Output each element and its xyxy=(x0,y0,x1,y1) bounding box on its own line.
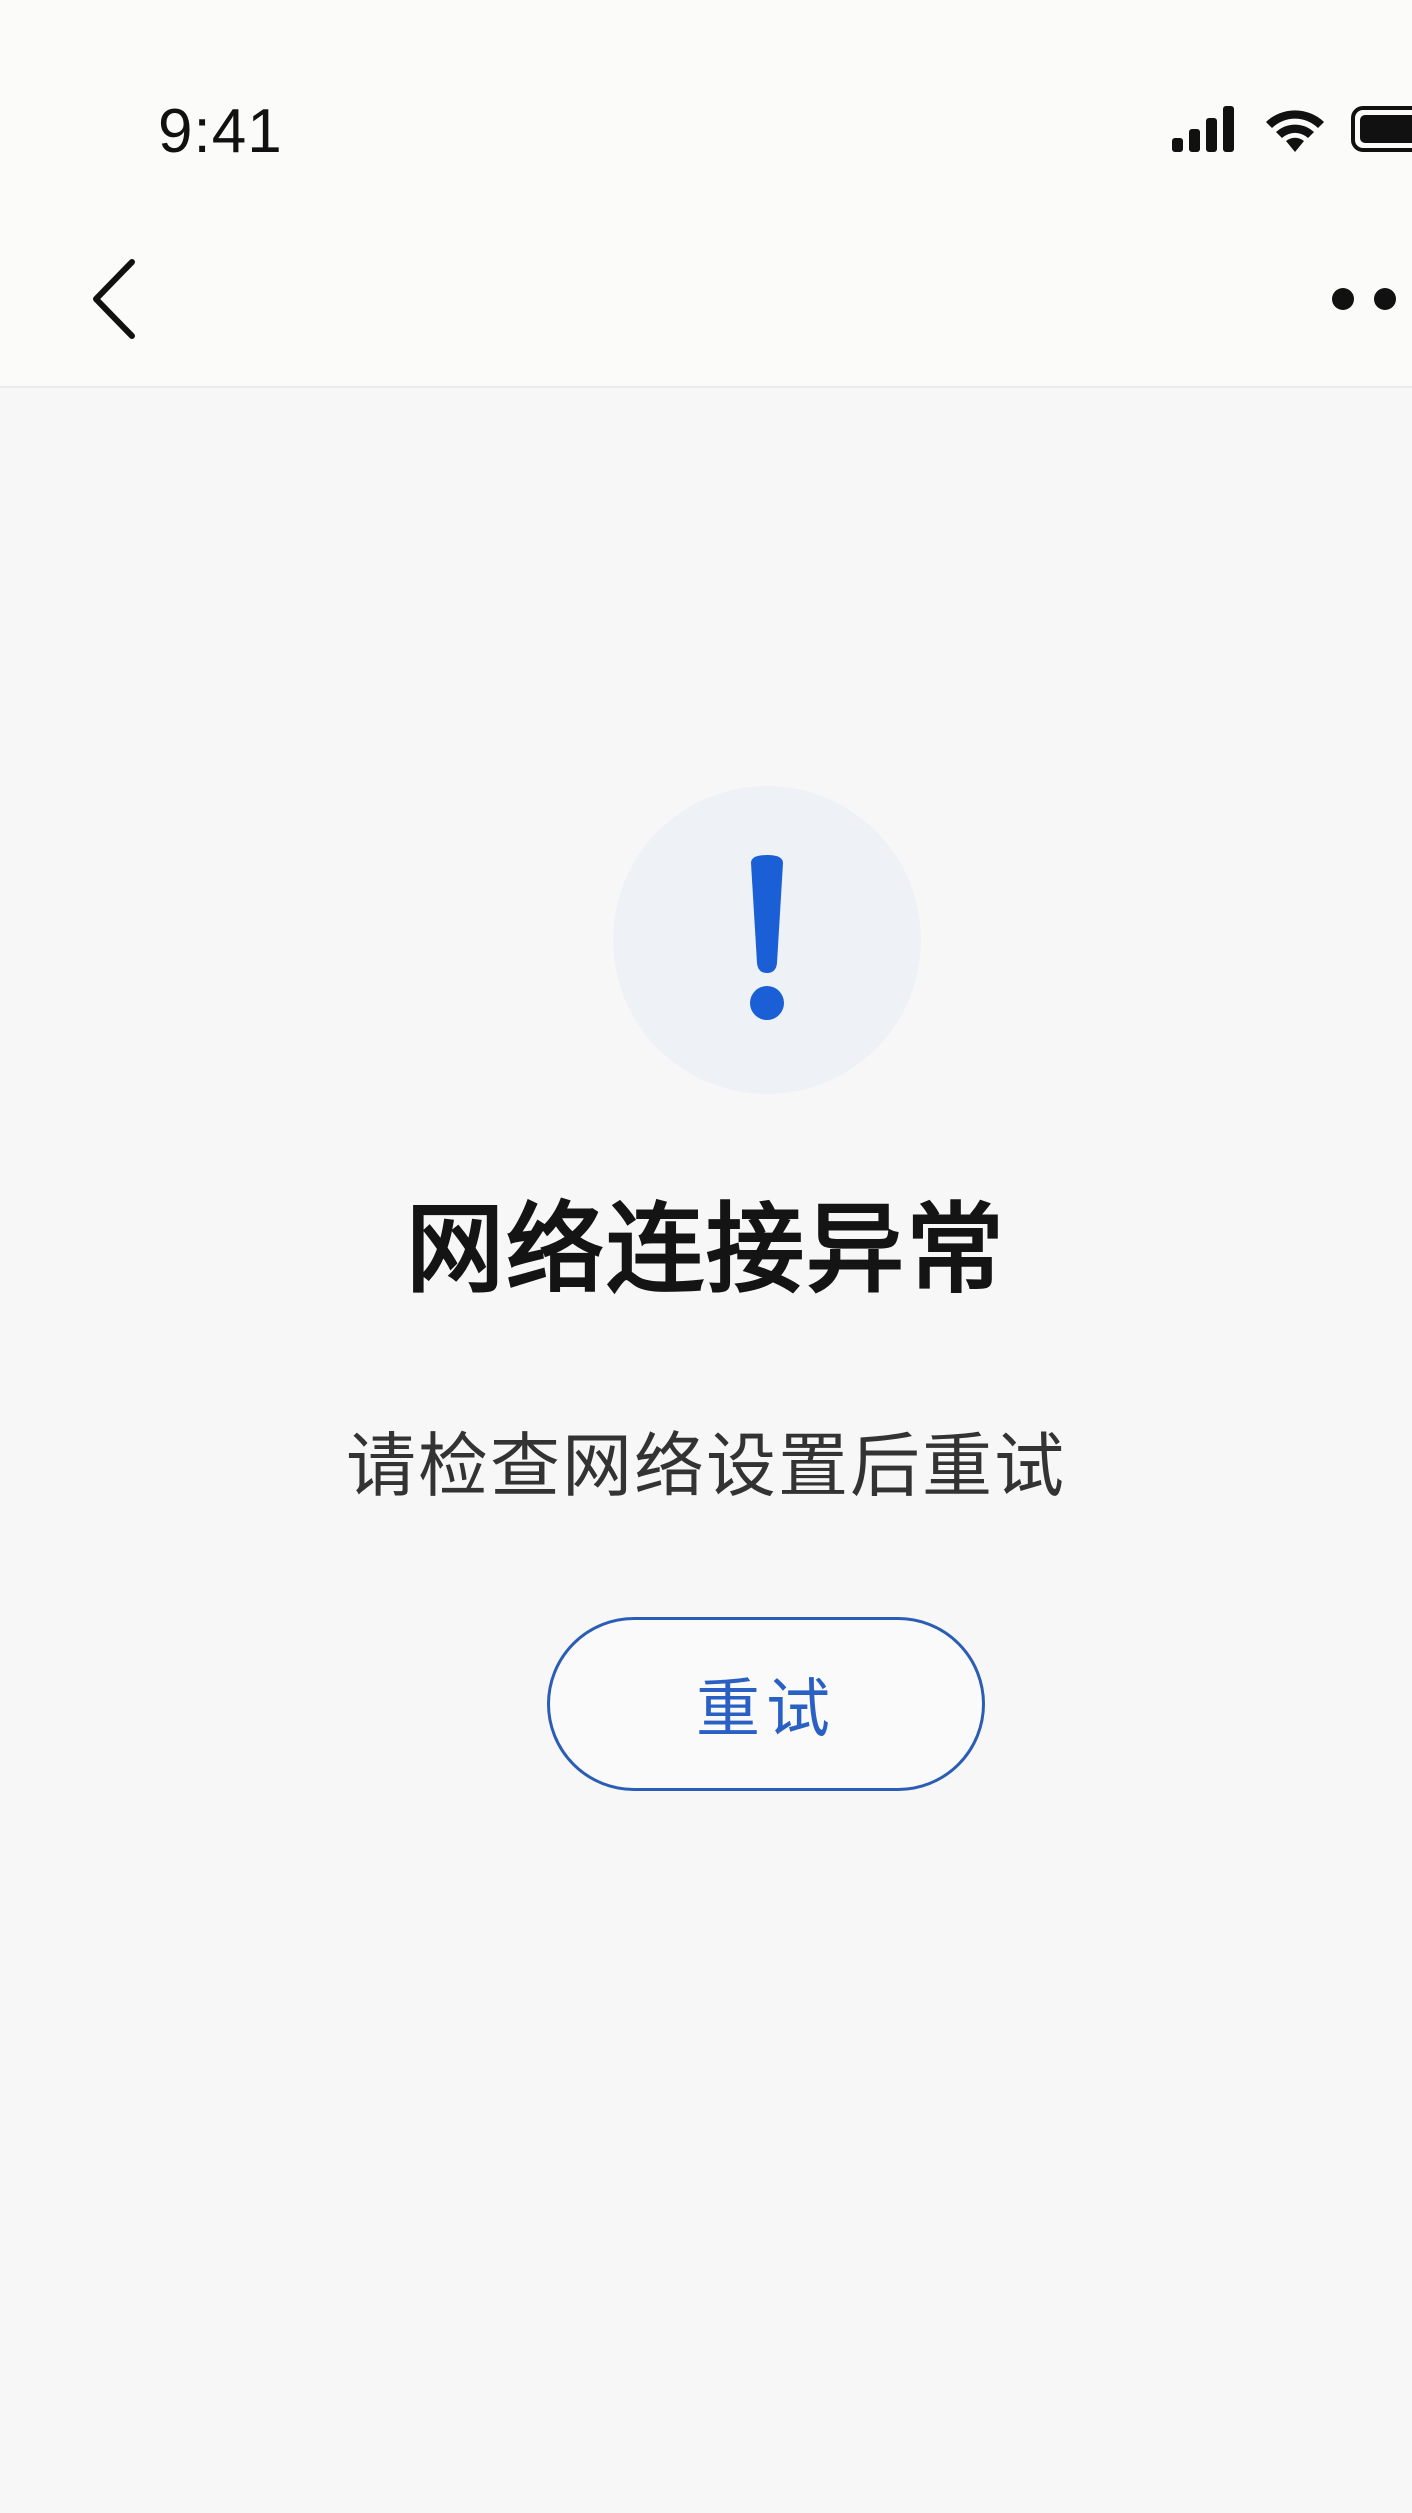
error-icon-circle xyxy=(613,786,921,1094)
signal-icon xyxy=(1170,104,1240,158)
wifi-icon xyxy=(1262,104,1328,158)
error-title: 网络连接异常 xyxy=(405,1193,1006,1307)
exclamation-icon xyxy=(737,853,797,1027)
error-subtitle: 请检查网络设置后重试 xyxy=(346,1425,1066,1507)
status-icons xyxy=(1170,104,1412,158)
more-button[interactable] xyxy=(1310,264,1412,334)
back-button[interactable] xyxy=(80,254,160,344)
retry-button[interactable]: 重试 xyxy=(547,1617,985,1791)
status-bar: 9:41 xyxy=(0,0,1412,210)
battery-icon xyxy=(1350,104,1412,158)
chevron-left-icon xyxy=(80,259,160,348)
nav-bar xyxy=(0,210,1412,388)
more-dots-icon xyxy=(1310,288,1412,338)
status-time: 9:41 xyxy=(158,97,283,166)
